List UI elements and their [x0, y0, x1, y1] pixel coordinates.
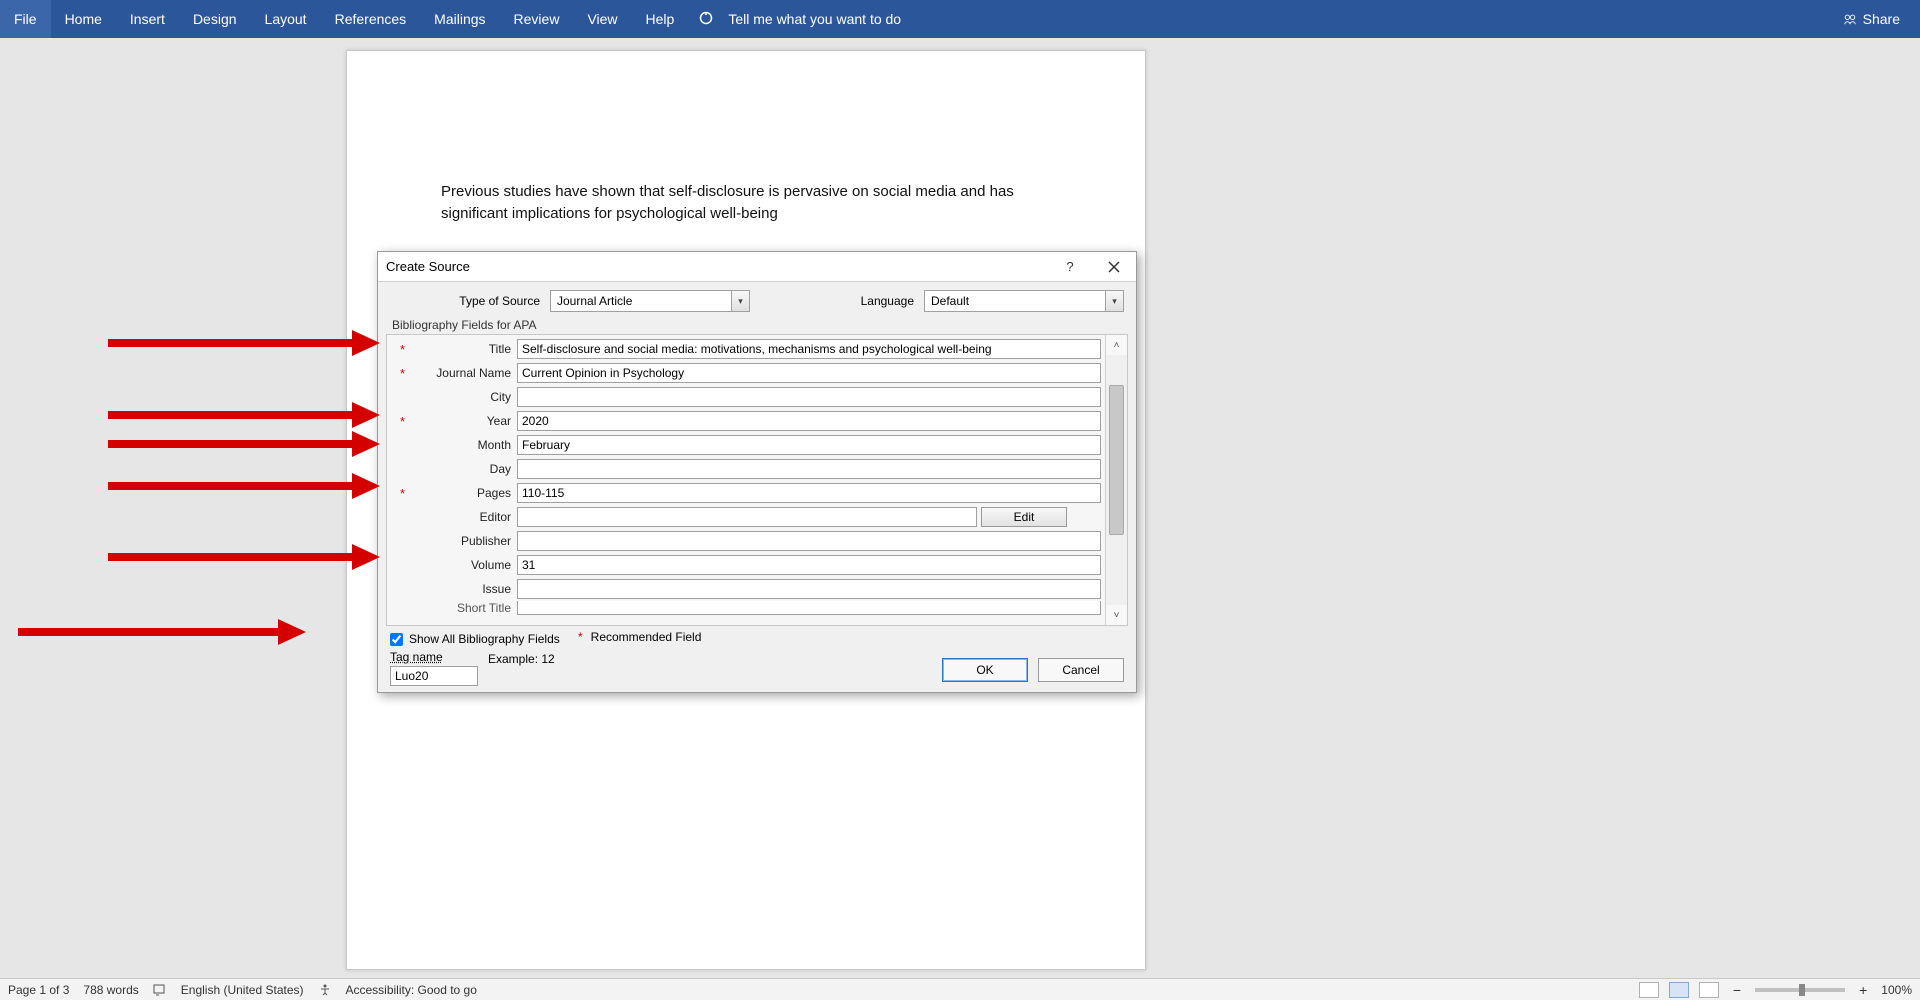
show-all-fields-checkbox[interactable]: Show All Bibliography Fields — [390, 632, 1124, 646]
zoom-in-button[interactable]: + — [1855, 982, 1871, 998]
status-accessibility[interactable]: Accessibility: Good to go — [346, 983, 477, 997]
field-label: Pages — [405, 486, 517, 500]
zoom-slider[interactable] — [1755, 988, 1845, 992]
field-input-year[interactable] — [517, 411, 1101, 431]
field-label: Publisher — [405, 534, 517, 548]
ribbon-tab-insert[interactable]: Insert — [116, 0, 179, 38]
biblio-heading: Bibliography Fields for APA — [378, 316, 1136, 334]
ribbon-tab-review[interactable]: Review — [500, 0, 574, 38]
status-words[interactable]: 788 words — [83, 983, 138, 997]
scroll-thumb[interactable] — [1109, 385, 1124, 535]
chevron-down-icon: ▾ — [1105, 291, 1123, 311]
field-label: Volume — [405, 558, 517, 572]
field-label: Journal Name — [405, 366, 517, 380]
chevron-down-icon: ▾ — [731, 291, 749, 311]
field-input-editor[interactable] — [517, 507, 977, 527]
field-label: Year — [405, 414, 517, 428]
zoom-out-button[interactable]: − — [1729, 982, 1745, 998]
field-row-month: Month — [387, 433, 1105, 457]
field-label: Month — [405, 438, 517, 452]
close-button[interactable] — [1092, 252, 1136, 282]
view-read-mode[interactable] — [1639, 982, 1659, 998]
field-row-issue: Issue — [387, 577, 1105, 601]
recommended-field-legend: * Recommended Field — [578, 630, 701, 644]
zoom-level[interactable]: 100% — [1881, 983, 1912, 997]
close-icon — [1108, 261, 1120, 273]
field-row-title: *Title — [387, 337, 1105, 361]
dialog-titlebar: Create Source ? — [378, 252, 1136, 282]
ribbon-tab-help[interactable]: Help — [632, 0, 689, 38]
ok-button[interactable]: OK — [942, 658, 1028, 682]
field-input-day[interactable] — [517, 459, 1101, 479]
field-label: Issue — [405, 582, 517, 596]
required-star: * — [387, 414, 405, 429]
field-label: Short Title — [405, 601, 517, 615]
ribbon-tab-references[interactable]: References — [321, 0, 421, 38]
language-label: Language — [861, 294, 914, 308]
ribbon-tab-file[interactable]: File — [0, 0, 51, 38]
field-input-volume[interactable] — [517, 555, 1101, 575]
field-input-city[interactable] — [517, 387, 1101, 407]
create-source-dialog: Create Source ? Type of Source Journal A… — [377, 251, 1137, 693]
fields-scrollbar[interactable]: ˄ ˅ — [1105, 335, 1127, 625]
dialog-title: Create Source — [386, 259, 470, 274]
tag-name-label: Tag name — [390, 650, 443, 664]
status-bar: Page 1 of 3 788 words English (United St… — [0, 978, 1920, 1000]
ribbon-tab-home[interactable]: Home — [51, 0, 116, 38]
body-paragraph: Previous studies have shown that self-di… — [441, 181, 1061, 225]
field-label: Day — [405, 462, 517, 476]
view-web-layout[interactable] — [1699, 982, 1719, 998]
field-input-publisher[interactable] — [517, 531, 1101, 551]
cancel-button[interactable]: Cancel — [1038, 658, 1124, 682]
ribbon-tab-design[interactable]: Design — [179, 0, 251, 38]
tag-example: Example: 12 — [488, 652, 555, 666]
field-input-short-title[interactable] — [517, 601, 1101, 615]
required-star: * — [387, 486, 405, 501]
document-area: Previous studies have shown that self-di… — [0, 38, 1920, 978]
field-row-volume: Volume — [387, 553, 1105, 577]
field-label: Editor — [405, 510, 517, 524]
field-input-title[interactable] — [517, 339, 1101, 359]
field-input-pages[interactable] — [517, 483, 1101, 503]
share-button[interactable]: Share — [1823, 11, 1920, 27]
field-row-day: Day — [387, 457, 1105, 481]
tell-me-icon — [698, 10, 714, 29]
field-label: Title — [405, 342, 517, 356]
spellcheck-icon[interactable] — [153, 983, 167, 997]
field-input-issue[interactable] — [517, 579, 1101, 599]
accessibility-icon — [318, 983, 332, 997]
view-print-layout[interactable] — [1669, 982, 1689, 998]
ribbon-tab-layout[interactable]: Layout — [251, 0, 321, 38]
edit-button[interactable]: Edit — [981, 507, 1067, 527]
help-button[interactable]: ? — [1048, 252, 1092, 282]
field-row-pages: *Pages — [387, 481, 1105, 505]
field-row-city: City — [387, 385, 1105, 409]
field-label: City — [405, 390, 517, 404]
field-row-editor: Editor Edit — [387, 505, 1105, 529]
language-select[interactable]: Default ▾ — [924, 290, 1124, 312]
tell-me-field[interactable]: Tell me what you want to do — [714, 0, 915, 38]
type-of-source-select[interactable]: Journal Article ▾ — [550, 290, 750, 312]
fields-panel: *Title*Journal NameCity*YearMonthDay*Pag… — [386, 334, 1128, 626]
tag-name-input[interactable] — [390, 666, 478, 686]
required-star: * — [387, 342, 405, 357]
ribbon-tab-view[interactable]: View — [573, 0, 631, 38]
field-input-journal-name[interactable] — [517, 363, 1101, 383]
field-row-journal-name: *Journal Name — [387, 361, 1105, 385]
status-page[interactable]: Page 1 of 3 — [8, 983, 69, 997]
scroll-up-icon[interactable]: ˄ — [1106, 335, 1127, 355]
ribbon: FileHomeInsertDesignLayoutReferencesMail… — [0, 0, 1920, 38]
field-row-short-title: Short Title — [387, 601, 1105, 615]
scroll-down-icon[interactable]: ˅ — [1106, 605, 1127, 625]
status-language[interactable]: English (United States) — [181, 983, 304, 997]
field-input-month[interactable] — [517, 435, 1101, 455]
ribbon-tab-mailings[interactable]: Mailings — [420, 0, 499, 38]
required-star: * — [387, 366, 405, 381]
share-icon — [1843, 12, 1857, 26]
type-of-source-label: Type of Source — [390, 294, 540, 308]
field-row-publisher: Publisher — [387, 529, 1105, 553]
field-row-year: *Year — [387, 409, 1105, 433]
